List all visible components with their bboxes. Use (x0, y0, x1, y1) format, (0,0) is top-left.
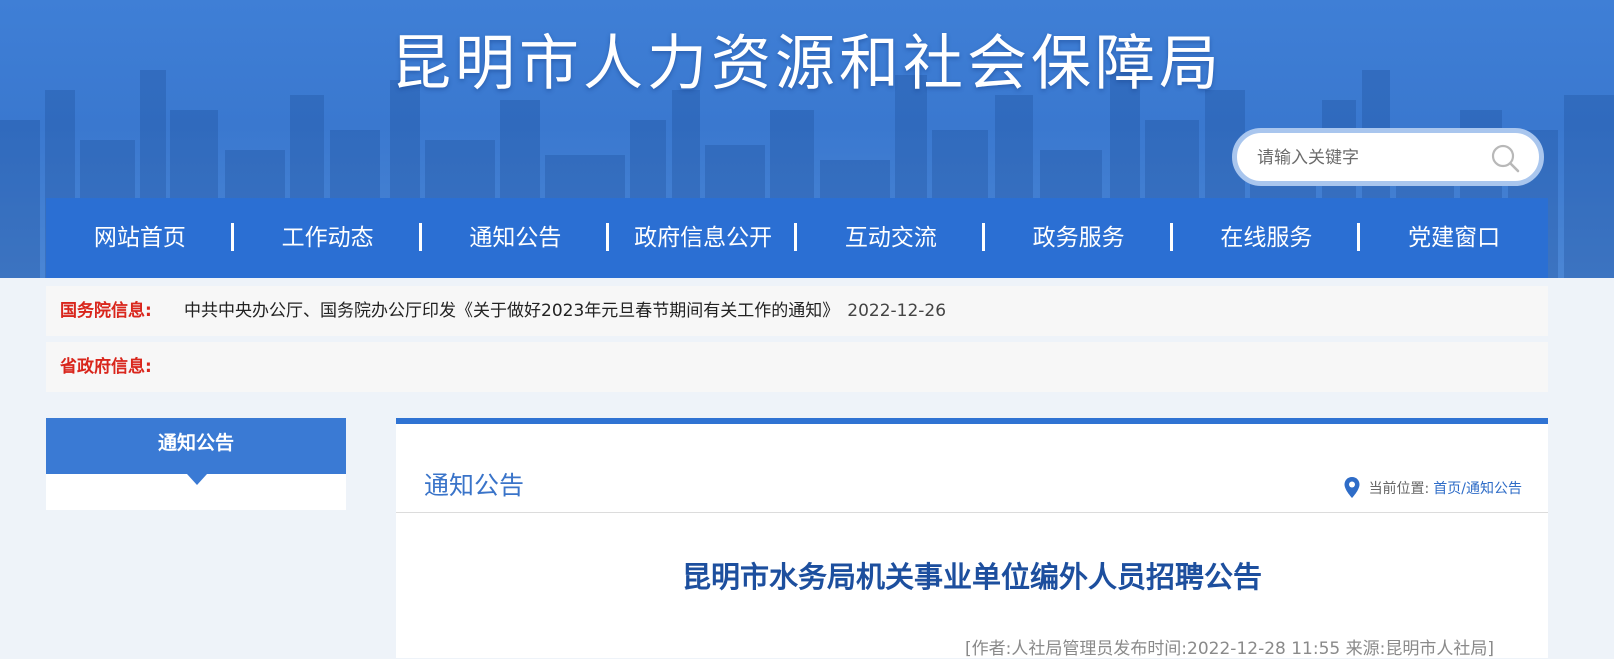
nav-item-interaction[interactable]: 互动交流 (797, 198, 985, 278)
search-box[interactable] (1232, 128, 1544, 186)
search-icon[interactable] (1489, 142, 1521, 174)
breadcrumb-label: 当前位置: (1368, 481, 1430, 497)
nav-item-home[interactable]: 网站首页 (46, 198, 234, 278)
province-label: 省政府信息: (60, 357, 152, 377)
sidebar-arrow-indicator (187, 474, 207, 485)
article-meta: [作者:人社局管理员发布时间:2022-12-28 11:55 来源:昆明市人社… (964, 639, 1494, 659)
location-pin-icon (1344, 477, 1360, 498)
content-panel: 通知公告 当前位置: 首页/通知公告 昆明市水务局机关事业单位编外人员招聘公告 … (396, 418, 1548, 659)
nav-item-notices[interactable]: 通知公告 (422, 198, 610, 278)
state-council-news-date: 2022-12-26 (847, 301, 947, 321)
breadcrumb: 当前位置: 首页/通知公告 (1343, 476, 1522, 500)
state-council-news-text[interactable]: 中共中央办公厅、国务院办公厅印发《关于做好2023年元旦春节期间有关工作的通知》 (184, 301, 839, 321)
nav-item-work-news[interactable]: 工作动态 (234, 198, 422, 278)
section-divider (396, 512, 1548, 513)
site-title: 昆明市人力资源和社会保障局 (391, 29, 1223, 99)
nav-item-online-services[interactable]: 在线服务 (1173, 198, 1361, 278)
breadcrumb-path-link[interactable]: 首页/通知公告 (1433, 478, 1522, 498)
nav-item-gov-services[interactable]: 政务服务 (985, 198, 1173, 278)
province-info-bar: 省政府信息: (46, 342, 1548, 392)
search-input[interactable] (1255, 146, 1479, 170)
state-council-info-bar: 国务院信息: 中共中央办公厅、国务院办公厅印发《关于做好2023年元旦春节期间有… (46, 286, 1548, 336)
main-navigation: 网站首页 工作动态 通知公告 政府信息公开 互动交流 政务服务 在线服务 党建窗… (46, 198, 1548, 278)
article-title: 昆明市水务局机关事业单位编外人员招聘公告 (681, 560, 1262, 594)
section-title: 通知公告 (424, 471, 525, 500)
nav-item-party-window[interactable]: 党建窗口 (1360, 198, 1548, 278)
state-council-news-link[interactable]: 中共中央办公厅、国务院办公厅印发《关于做好2023年元旦春节期间有关工作的通知》… (184, 286, 946, 336)
sidebar-heading[interactable]: 通知公告 (46, 418, 346, 474)
nav-item-gov-info[interactable]: 政府信息公开 (609, 198, 797, 278)
state-council-label: 国务院信息: (60, 301, 152, 321)
